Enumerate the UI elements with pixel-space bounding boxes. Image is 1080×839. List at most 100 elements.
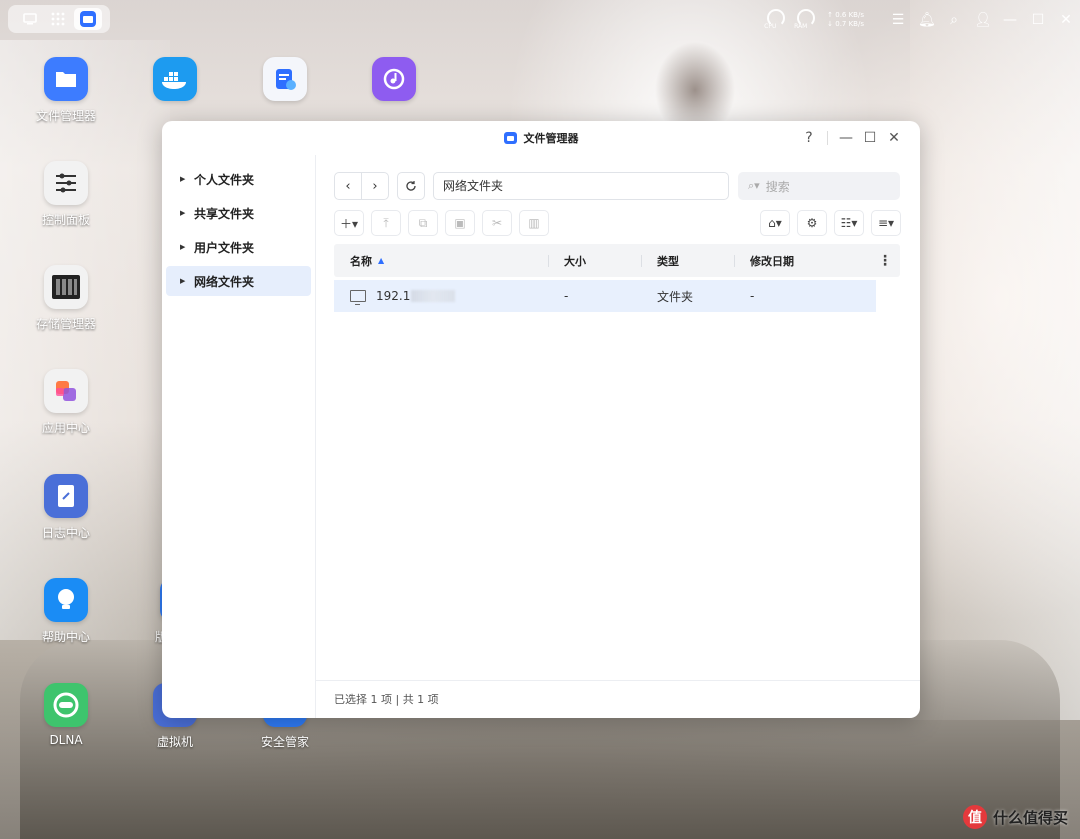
tools-dropdown-button[interactable]: ⌂▾ (760, 210, 790, 236)
computer-icon (350, 290, 366, 305)
more-options-icon[interactable]: ⋮ (878, 244, 892, 277)
taskbar-file-manager-icon[interactable] (74, 8, 102, 30)
search-icon[interactable]: ⌕ (946, 12, 962, 28)
maximize-button[interactable]: ☐ (858, 128, 882, 148)
sidebar-item-shared[interactable]: ▶ 共享文件夹 (166, 198, 311, 228)
sort-button[interactable]: ≡▾ (871, 210, 901, 236)
desktop-icon-label: 虚拟机 (156, 735, 193, 749)
sidebar-item-label: 个人文件夹 (194, 172, 255, 187)
window-titlebar[interactable]: 文件管理器 ? — ☐ ✕ (162, 121, 920, 155)
sidebar-item-personal[interactable]: ▶ 个人文件夹 (166, 164, 311, 194)
music-icon (372, 57, 416, 101)
table-header: 名称 ▲ 大小 类型 修改日期 ⋮ (334, 244, 900, 277)
caret-right-icon: ▶ (180, 175, 186, 183)
desktop-icon-label: 文件管理器 (35, 109, 96, 123)
refresh-icon (406, 181, 416, 191)
navigation-bar: ‹ › 网络文件夹 ⌕▾ 搜索 (334, 172, 900, 200)
cell-type: 文件夹 (657, 289, 694, 304)
sidebar-item-label: 网络文件夹 (194, 274, 255, 289)
desktop-icon-help-center[interactable]: 帮助中心 (18, 578, 114, 645)
minimize-button[interactable]: — (834, 128, 858, 148)
folder-icon (44, 57, 88, 101)
desktop-icon-dlna[interactable]: DLNA (18, 683, 114, 747)
restore-icon[interactable]: ☐ (1030, 12, 1046, 28)
column-label: 大小 (564, 254, 586, 268)
new-button[interactable]: ＋▾ (334, 210, 364, 236)
column-size[interactable]: 大小 (548, 244, 641, 277)
desktop-icon-notes[interactable] (237, 57, 333, 101)
app-grid-icon[interactable] (44, 8, 72, 30)
network-speed: ↑ 0.6 KB/s ↓ 0.7 KB/s (827, 11, 864, 28)
file-manager-window: 文件管理器 ? — ☐ ✕ ▶ 个人文件夹 ▶ 共享文件夹 ▶ 用户文件夹 ▶ … (162, 121, 920, 718)
desktop-icon-label: 安全管家 (260, 735, 309, 749)
view-mode-button[interactable]: ☷▾ (834, 210, 864, 236)
status-bar: 已选择 1 项 | 共 1 项 (316, 680, 920, 718)
user-icon[interactable]: 👤︎ (974, 12, 992, 28)
window-controls: ? — ☐ ✕ (797, 128, 906, 148)
desktop-icon-storage-manager[interactable]: 存储管理器 (18, 265, 114, 332)
background-curtain-right (910, 0, 1080, 720)
show-desktop-icon[interactable] (16, 8, 44, 30)
notification-bell-icon[interactable]: 🔔︎ (918, 12, 936, 28)
desktop-icon-log-center[interactable]: 日志中心 (18, 474, 114, 541)
sidebar-item-label: 共享文件夹 (194, 206, 255, 221)
copy-button[interactable]: ⧉ (408, 210, 438, 236)
settings-button[interactable]: ⚙ (797, 210, 827, 236)
desktop-icon-app-center[interactable]: 应用中心 (18, 369, 114, 436)
minimize-all-icon[interactable]: — (1002, 12, 1018, 28)
desktop-icon-control-panel[interactable]: 控制面板 (18, 161, 114, 228)
history-nav: ‹ › (334, 172, 389, 200)
dlna-icon (44, 683, 88, 727)
docker-icon (153, 57, 197, 101)
forward-button[interactable]: › (361, 173, 388, 199)
upload-button[interactable]: ⤒ (371, 210, 401, 236)
compress-button[interactable]: ▥ (519, 210, 549, 236)
sort-asc-icon: ▲ (378, 256, 385, 265)
column-label: 名称 (350, 254, 372, 268)
table-row[interactable]: 192.1 - 文件夹 - (334, 280, 876, 312)
cell-name: 192.1 (334, 280, 548, 312)
column-label: 类型 (657, 254, 679, 268)
caret-right-icon: ▶ (180, 243, 186, 251)
desktop-icon-docker[interactable] (127, 57, 223, 101)
ram-gauge: RAM (794, 9, 816, 31)
storage-icon (44, 265, 88, 309)
column-modified[interactable]: 修改日期 (734, 244, 874, 277)
help-button[interactable]: ? (797, 128, 821, 148)
close-icon[interactable]: ✕ (1058, 12, 1074, 28)
desktop-icon-label: 帮助中心 (41, 630, 90, 644)
file-manager-icon (503, 132, 517, 144)
sidebar-item-network[interactable]: ▶ 网络文件夹 (166, 266, 311, 296)
cpu-gauge: CPU (764, 9, 786, 31)
desktop-icon-label: DLNA (49, 733, 83, 747)
controls-divider (827, 131, 828, 145)
caret-right-icon: ▶ (180, 209, 186, 217)
sidebar: ▶ 个人文件夹 ▶ 共享文件夹 ▶ 用户文件夹 ▶ 网络文件夹 (162, 155, 316, 718)
desktop-icon-label: 控制面板 (41, 213, 90, 227)
window-title: 文件管理器 (523, 132, 579, 145)
task-manager-icon[interactable]: ☰ (890, 12, 906, 28)
desktop-icon-music[interactable] (346, 57, 442, 101)
column-name[interactable]: 名称 ▲ (334, 244, 548, 277)
log-icon (44, 474, 88, 518)
upload-speed: 0.6 KB/s (835, 11, 864, 19)
path-field[interactable]: 网络文件夹 (433, 172, 729, 200)
toolbar: ＋▾ ⤒ ⧉ ▣ ✂ ▥ ⌂▾ ⚙ ☷▾ ≡▾ (334, 210, 901, 236)
paste-button[interactable]: ▣ (445, 210, 475, 236)
notes-icon (263, 57, 307, 101)
sliders-icon (44, 161, 88, 205)
desktop-icon-file-manager[interactable]: 文件管理器 (18, 57, 114, 124)
search-input[interactable]: ⌕▾ 搜索 (738, 172, 900, 200)
lightbulb-icon (44, 578, 88, 622)
search-placeholder: 搜索 (765, 179, 790, 194)
column-type[interactable]: 类型 (641, 244, 734, 277)
refresh-button[interactable] (397, 172, 425, 200)
back-button[interactable]: ‹ (335, 173, 361, 199)
sidebar-item-users[interactable]: ▶ 用户文件夹 (166, 232, 311, 262)
main-content: ‹ › 网络文件夹 ⌕▾ 搜索 ＋▾ ⤒ ⧉ ▣ ✂ ▥ ⌂▾ ⚙ ☷▾ ≡▾ (334, 155, 901, 718)
app-center-icon (44, 369, 88, 413)
close-button[interactable]: ✕ (882, 128, 906, 148)
cell-modified: - (750, 289, 755, 303)
cut-button[interactable]: ✂ (482, 210, 512, 236)
background-curtain-left (0, 40, 170, 640)
